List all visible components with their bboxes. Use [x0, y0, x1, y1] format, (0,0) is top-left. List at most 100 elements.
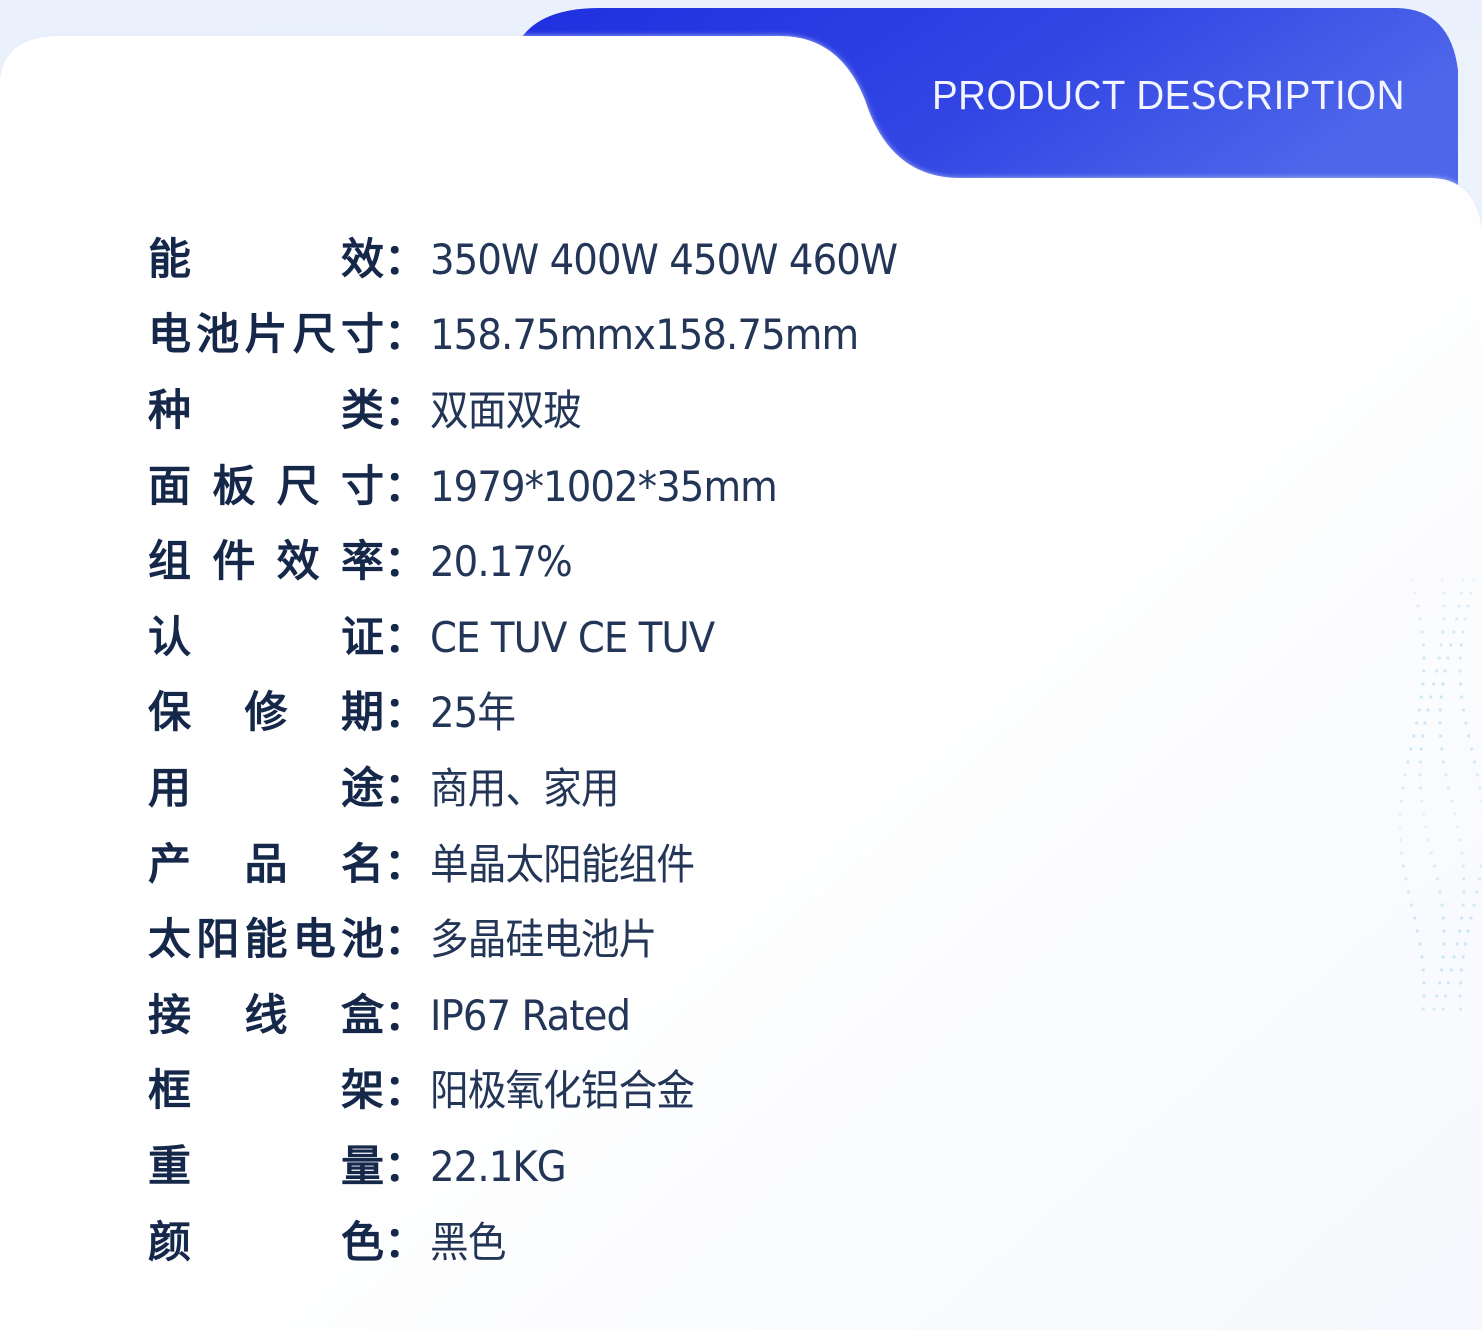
decorative-dot — [1438, 721, 1442, 725]
decorative-dot — [1455, 617, 1459, 621]
decorative-dot — [1460, 916, 1464, 920]
decorative-dot — [1421, 682, 1425, 686]
spec-value: 20.17% — [430, 537, 573, 587]
decorative-dot — [1452, 955, 1456, 959]
decorative-dot — [1446, 981, 1450, 985]
decorative-dot — [1449, 968, 1453, 972]
decorative-dot — [1461, 630, 1465, 634]
spec-value: 单晶太阳能组件 — [430, 839, 695, 889]
decorative-dot — [1398, 825, 1402, 829]
spec-value: IP67 Rated — [430, 990, 631, 1040]
spec-separator: ： — [384, 688, 427, 739]
decorative-dot — [1442, 942, 1446, 946]
decorative-dot — [1418, 760, 1422, 764]
spec-row: 种类：双面双玻 — [148, 373, 938, 449]
decorative-dot — [1398, 838, 1403, 842]
spec-value: 350W 400W 450W 460W — [430, 234, 898, 284]
decorative-dot — [1458, 656, 1462, 660]
decorative-dot — [1443, 994, 1448, 998]
spec-label-char: 寸 — [341, 310, 384, 361]
decorative-dot — [1416, 604, 1420, 608]
decorative-dot — [1478, 786, 1482, 790]
spec-row: 认证： CE TUV CE TUV — [148, 600, 938, 676]
spec-label: 颜色 — [148, 1213, 384, 1273]
spec-value: 22.1KG — [430, 1141, 567, 1191]
spec-row: 重量： 22.1KG — [148, 1129, 938, 1205]
spec-separator: ： — [384, 385, 427, 436]
decorative-dot — [1404, 877, 1408, 881]
decorative-dot — [1406, 760, 1410, 764]
spec-label-char: 途 — [341, 763, 384, 814]
section-title: PRODUCT DESCRIPTION — [932, 72, 1405, 118]
spec-list: 能效： 350W 400W 450W 460W 电池片尺寸： 158.75mmx158… — [148, 222, 938, 1280]
decorative-dot — [1413, 591, 1417, 595]
spec-label-char: 保 — [148, 688, 191, 739]
decorative-dot — [1467, 734, 1471, 738]
decorative-dot — [1418, 773, 1422, 777]
decorative-dot — [1421, 1007, 1425, 1011]
spec-label: 接线盒 — [148, 986, 384, 1046]
decorative-dot — [1421, 812, 1426, 816]
decorative-dot — [1401, 864, 1406, 868]
decorative-dot — [1418, 617, 1422, 621]
decorative-dot — [1470, 747, 1474, 751]
spec-label-char: 率 — [340, 537, 384, 588]
spec-label-char: 寸 — [340, 461, 384, 512]
spec-label-char: 量 — [341, 1141, 384, 1192]
spec-label: 组件效率 — [148, 532, 384, 592]
spec-value: 1979*1002*35mm — [430, 461, 778, 511]
spec-label-char: 片 — [244, 310, 288, 361]
spec-label: 保修期 — [148, 683, 384, 743]
spec-row: 框架：阳极氧化铝合金 — [148, 1054, 938, 1130]
decorative-dot — [1442, 617, 1446, 621]
decorative-dot — [1458, 994, 1462, 998]
decorative-dot — [1444, 773, 1448, 777]
decorative-dot — [1441, 630, 1445, 634]
decorative-dot — [1433, 864, 1437, 868]
spec-label-char: 电 — [148, 310, 191, 361]
spec-label: 能效 — [148, 230, 384, 290]
spec-value: 黑色 — [430, 1217, 506, 1267]
decorative-dot — [1475, 773, 1479, 777]
decorative-dot — [1439, 695, 1443, 699]
spec-label-char: 颜 — [148, 1217, 191, 1268]
spec-label: 认证 — [148, 608, 384, 668]
decorative-dot — [1458, 838, 1462, 842]
spec-label-char: 能 — [244, 915, 288, 966]
decorative-dot — [1459, 591, 1463, 595]
decorative-dot — [1398, 812, 1402, 816]
decorative-dot — [1475, 890, 1479, 894]
decorative-dot — [1453, 812, 1457, 816]
spec-label-char: 架 — [341, 1066, 384, 1117]
decorative-dot — [1472, 578, 1476, 582]
spec-value: 158.75mmx158.75mm — [430, 310, 859, 360]
spec-value: 阳极氧化铝合金 — [430, 1066, 695, 1116]
decorative-dot — [1432, 1007, 1436, 1011]
decorative-dot — [1463, 617, 1467, 621]
decorative-dot — [1452, 630, 1456, 634]
decorative-dot — [1449, 643, 1453, 647]
decorative-dot — [1461, 864, 1465, 868]
spec-row: 能效： 350W 400W 450W 460W — [148, 222, 938, 298]
decorative-dot — [1422, 981, 1426, 985]
spec-label: 重量 — [148, 1137, 384, 1197]
decorative-dot — [1438, 708, 1442, 712]
decorative-dot — [1439, 643, 1443, 647]
decorative-dot — [1421, 734, 1425, 738]
decorative-dot — [1458, 682, 1463, 686]
spec-value: 双面双玻 — [430, 385, 582, 435]
spec-separator: ： — [384, 461, 427, 512]
spec-label-char: 期 — [341, 688, 384, 739]
spec-label-char: 色 — [341, 1217, 384, 1268]
decorative-dot — [1423, 721, 1427, 725]
decorative-dot — [1424, 825, 1428, 829]
spec-label-char: 面 — [148, 461, 191, 512]
spec-row: 用途：商用、家用 — [148, 751, 938, 827]
decorative-dot — [1447, 786, 1451, 790]
spec-label-char: 接 — [148, 990, 191, 1041]
decorative-dot — [1418, 786, 1423, 790]
decorative-dot — [1458, 981, 1462, 985]
spec-row: 组件效率： 20.17% — [148, 524, 938, 600]
spec-value: 25年 — [430, 688, 516, 738]
decorative-dot — [1457, 604, 1461, 608]
